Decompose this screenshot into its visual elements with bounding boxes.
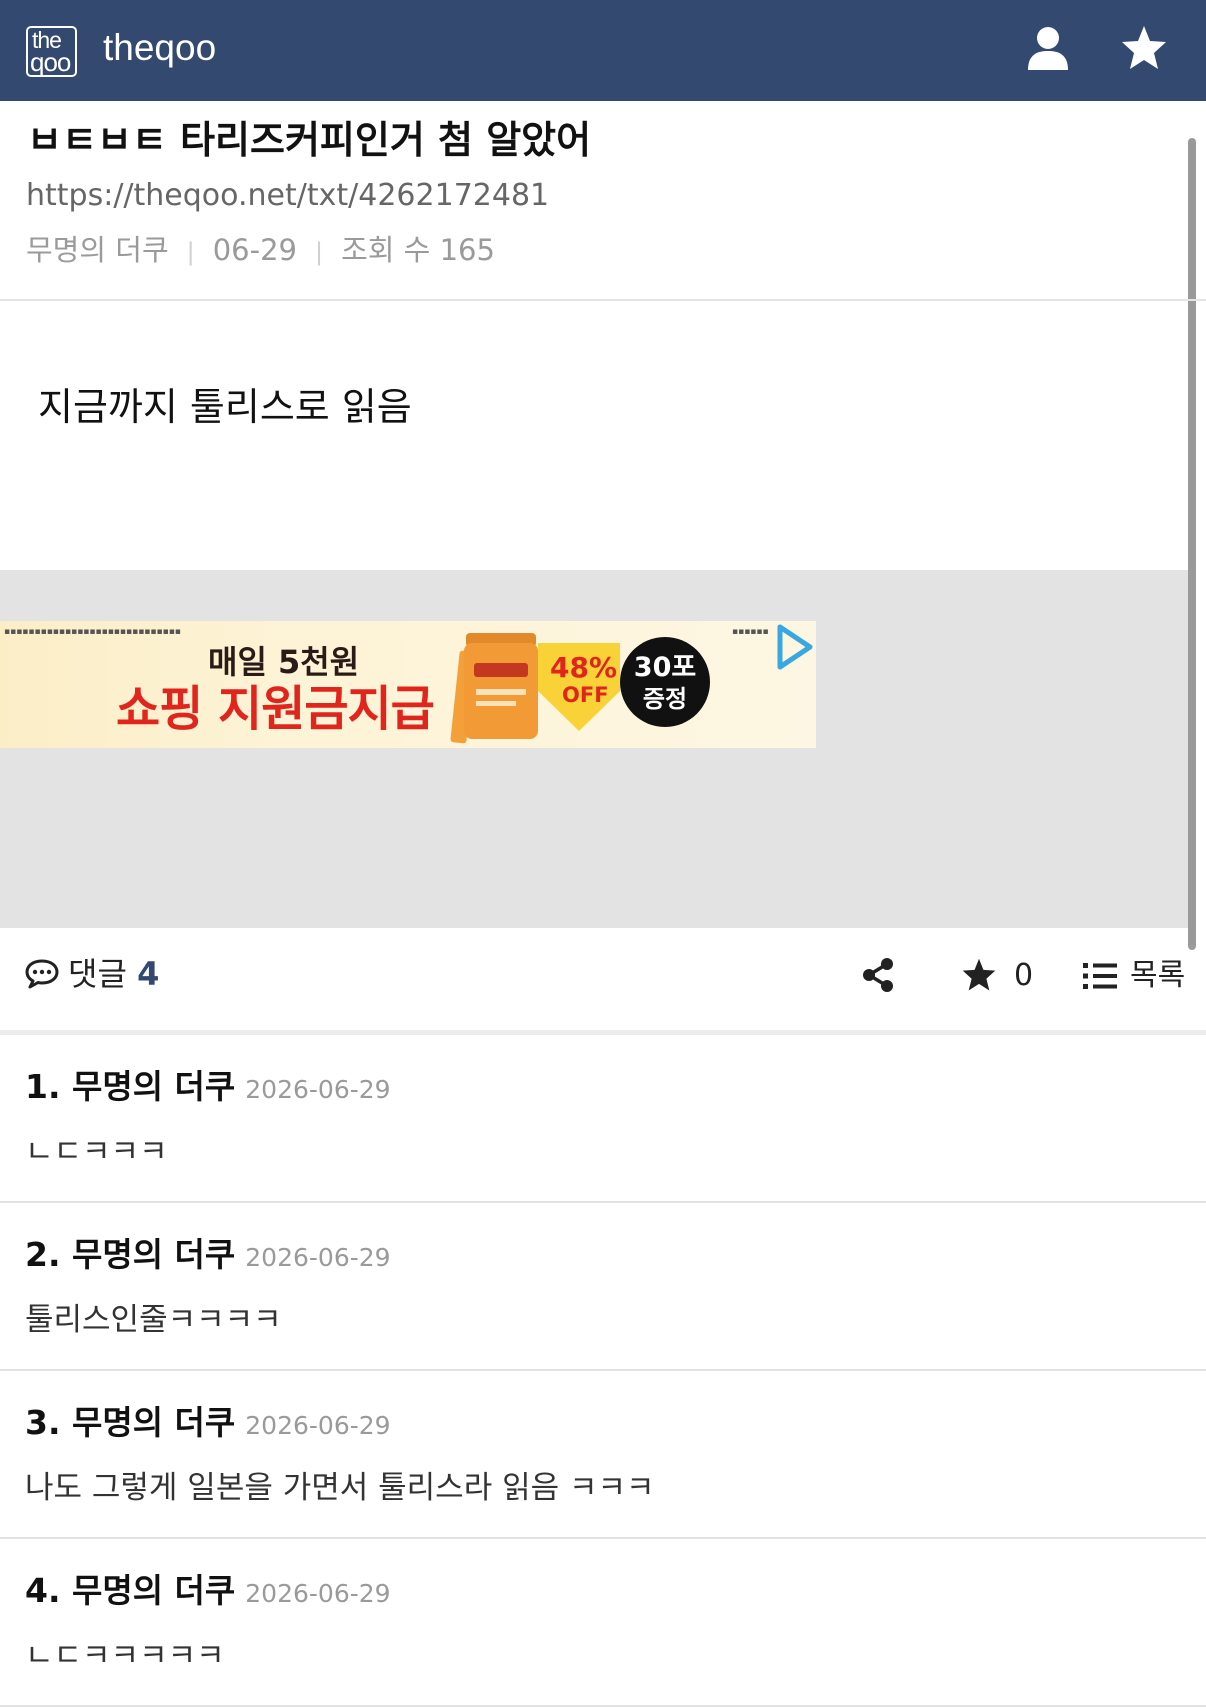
comment-count: 4 — [137, 955, 160, 993]
comment-text: ㄴㄷㅋㅋㅋㅋㅋ — [25, 1638, 225, 1674]
post-body: 지금까지 툴리스로 읽음 — [38, 385, 412, 429]
post-title: ㅂㅌㅂㅌ 타리즈커피인거 첨 알았어 — [27, 118, 592, 162]
ad-badge-line2: 증정 — [642, 685, 688, 713]
post-views: 조회 수 165 — [341, 233, 495, 267]
ad-badge-line1: 30포 — [633, 652, 697, 683]
comment-item: 3. 무명의 더쿠 2026-06-29 나도 그렇게 일본을 가면서 툴리스라 … — [0, 1371, 1206, 1539]
ad-play-icon[interactable] — [774, 623, 814, 671]
comment-header: 1. 무명의 더쿠 2026-06-29 — [25, 1065, 391, 1112]
comment-date: 2026-06-29 — [245, 1411, 391, 1440]
post-date: 06-29 — [212, 233, 297, 267]
comment-header: 2. 무명의 더쿠 2026-06-29 — [25, 1233, 391, 1280]
ad-subheadline: 쇼핑 지원금지급 — [116, 681, 435, 737]
list-button[interactable]: 목록 — [1130, 956, 1185, 996]
post-author: 무명의 더쿠 — [26, 233, 169, 267]
comment-icon[interactable] — [24, 958, 60, 990]
comment-date: 2026-06-29 — [245, 1579, 391, 1608]
meta-divider: | — [315, 238, 324, 266]
comment-author[interactable]: 4. 무명의 더쿠 — [25, 1571, 235, 1610]
user-icon[interactable] — [1024, 24, 1072, 72]
comment-header: 3. 무명의 더쿠 2026-06-29 — [25, 1401, 391, 1448]
comment-text: ㄴㄷㅋㅋㅋ — [25, 1134, 168, 1170]
comment-header: 4. 무명의 더쿠 2026-06-29 — [25, 1569, 391, 1616]
comment-date: 2026-06-29 — [245, 1075, 391, 1104]
comment-summary[interactable]: 댓글 4 — [68, 954, 159, 994]
post-url[interactable]: https://theqoo.net/txt/4262172481 — [26, 176, 549, 216]
favorite-star-icon[interactable] — [961, 958, 997, 992]
ad-fine-print: ▪▪▪▪▪▪▪▪▪▪▪▪▪▪▪▪▪▪▪▪▪▪▪▪▪▪▪▪▪ — [4, 627, 181, 637]
comment-label: 댓글 — [68, 955, 127, 993]
meta-divider: | — [186, 238, 195, 266]
comment-date: 2026-06-29 — [245, 1243, 391, 1272]
share-icon[interactable] — [862, 957, 894, 993]
logo-text-qoo: qoo — [30, 47, 71, 77]
comment-item: 4. 무명의 더쿠 2026-06-29 ㄴㄷㅋㅋㅋㅋㅋ — [0, 1539, 1206, 1707]
theqoo-logo[interactable]: the qoo — [26, 26, 77, 77]
comment-author[interactable]: 1. 무명의 더쿠 — [25, 1067, 235, 1106]
ad-discount: 48% — [550, 651, 618, 684]
favorite-count: 0 — [1014, 958, 1034, 993]
ad-headline: 매일 5천원 — [208, 643, 360, 681]
comment-item: 1. 무명의 더쿠 2026-06-29 ㄴㄷㅋㅋㅋ — [0, 1035, 1206, 1203]
post-meta: 무명의 더쿠 | 06-29 | 조회 수 165 — [26, 230, 495, 272]
ad-off: OFF — [562, 683, 609, 707]
ad-area: ▪▪▪▪▪▪▪▪▪▪▪▪▪▪▪▪▪▪▪▪▪▪▪▪▪▪▪▪▪ ▪▪▪▪▪▪ 매일 … — [0, 570, 1188, 928]
scrollbar[interactable] — [1188, 138, 1196, 950]
comment-author[interactable]: 2. 무명의 더쿠 — [25, 1235, 235, 1274]
ad-fine-print: ▪▪▪▪▪▪ — [732, 627, 769, 637]
post-actions: 댓글 4 0 목록 — [0, 930, 1206, 1030]
star-icon[interactable] — [1120, 24, 1168, 72]
ad-bonus-badge: 30포 증정 — [620, 637, 710, 727]
comment-text: 나도 그렇게 일본을 가면서 툴리스라 읽음 ㅋㅋㅋ — [25, 1470, 655, 1506]
top-bar: the qoo theqoo — [0, 0, 1206, 101]
ad-banner[interactable]: ▪▪▪▪▪▪▪▪▪▪▪▪▪▪▪▪▪▪▪▪▪▪▪▪▪▪▪▪▪ ▪▪▪▪▪▪ 매일 … — [0, 621, 816, 748]
comment-text: 툴리스인줄ㅋㅋㅋㅋ — [25, 1302, 282, 1338]
comment-author[interactable]: 3. 무명의 더쿠 — [25, 1403, 235, 1442]
divider — [0, 299, 1206, 301]
brand-name[interactable]: theqoo — [103, 24, 216, 72]
list-icon[interactable] — [1083, 963, 1117, 989]
comment-item: 2. 무명의 더쿠 2026-06-29 툴리스인줄ㅋㅋㅋㅋ — [0, 1203, 1206, 1371]
